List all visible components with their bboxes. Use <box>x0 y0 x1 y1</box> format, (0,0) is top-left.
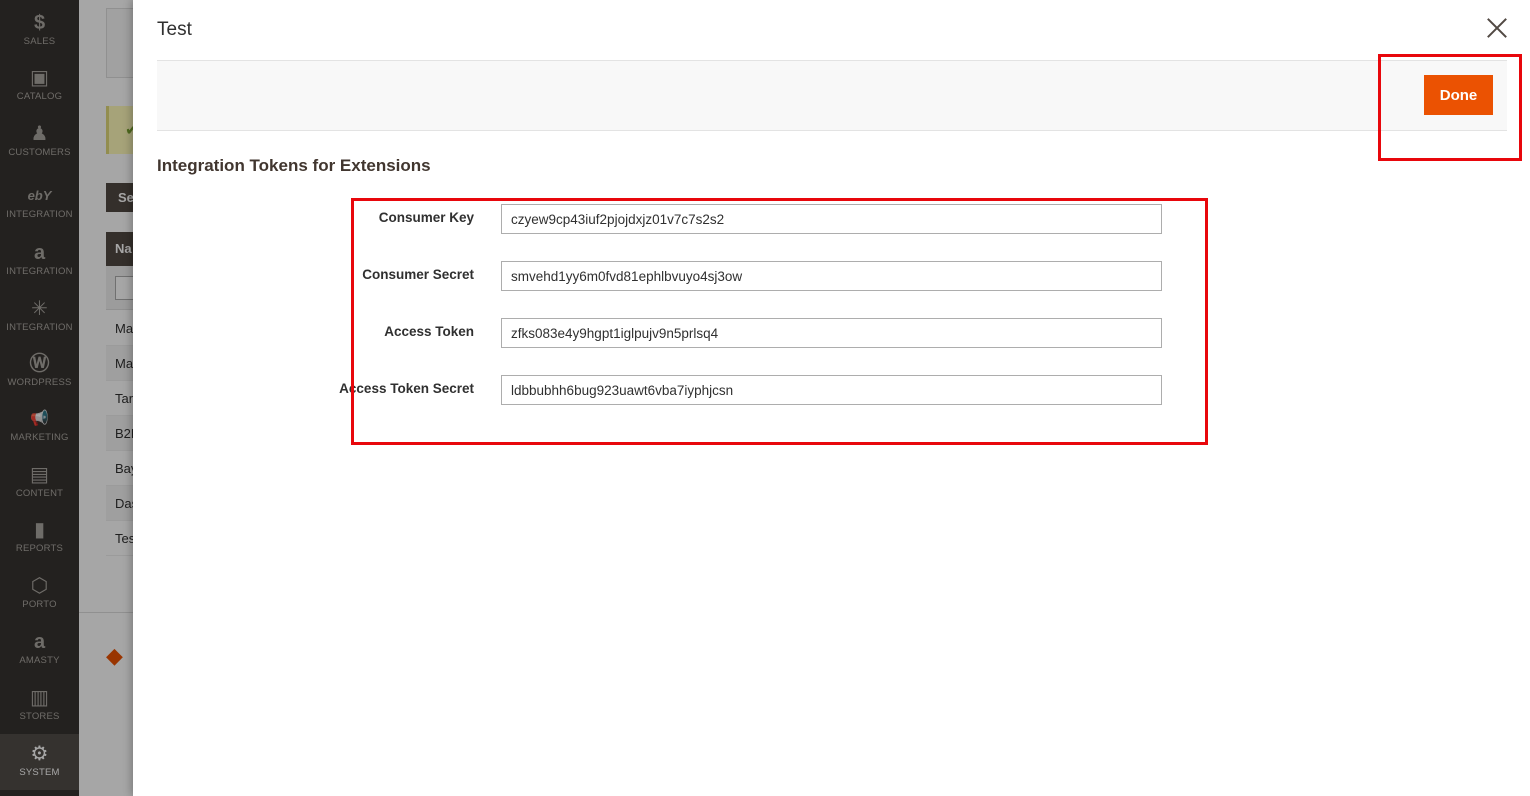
section-title: Integration Tokens for Extensions <box>157 156 431 175</box>
integration-tokens-modal: Test Done Integration Tokens for Extensi… <box>133 0 1530 796</box>
access-token-secret-label: Access Token Secret <box>339 381 474 396</box>
consumer-secret-label: Consumer Secret <box>362 267 474 282</box>
consumer-key-label: Consumer Key <box>378 210 474 225</box>
access-token-secret-field[interactable] <box>501 375 1162 405</box>
modal-title: Test <box>157 19 192 40</box>
access-token-label: Access Token <box>384 324 474 339</box>
modal-action-bar <box>157 60 1507 131</box>
close-icon[interactable] <box>1484 15 1510 41</box>
consumer-secret-field[interactable] <box>501 261 1162 291</box>
consumer-key-field[interactable] <box>501 204 1162 234</box>
done-button[interactable]: Done <box>1424 75 1493 115</box>
access-token-field[interactable] <box>501 318 1162 348</box>
